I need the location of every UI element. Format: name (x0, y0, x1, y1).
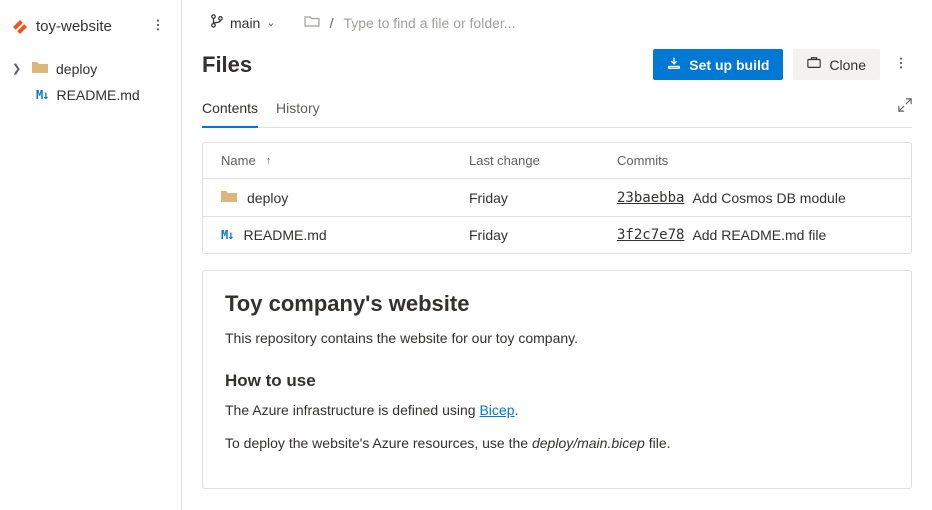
commit-hash[interactable]: 23baebba (617, 190, 684, 206)
page-title: Files (202, 52, 252, 78)
file-tree-sidebar: toy-website ❯ deploy M↓ README.md (0, 0, 182, 510)
folder-icon (221, 189, 237, 206)
readme-panel: Toy company's website This repository co… (202, 270, 912, 489)
chevron-right-icon: ❯ (12, 62, 24, 75)
commit-hash[interactable]: 3f2c7e78 (617, 227, 684, 243)
more-actions-icon[interactable] (890, 52, 912, 77)
last-change: Friday (469, 190, 617, 206)
repo-name-label: toy-website (36, 18, 112, 35)
bicep-link[interactable]: Bicep (479, 402, 514, 418)
main-content: main ⌄ / Files Set up build Clon (182, 0, 932, 510)
tree-label: README.md (56, 87, 139, 103)
readme-paragraph: This repository contains the website for… (225, 327, 889, 349)
setup-build-label: Set up build (689, 57, 769, 73)
clone-button[interactable]: Clone (793, 49, 880, 80)
build-icon (667, 56, 681, 73)
more-icon[interactable] (147, 14, 169, 39)
sort-ascending-icon: ↑ (266, 155, 272, 167)
readme-paragraph: The Azure infrastructure is defined usin… (225, 399, 889, 421)
tabs: Contents History (202, 94, 912, 128)
markdown-icon: M↓ (36, 88, 48, 102)
tree-label: deploy (56, 61, 97, 77)
file-name: README.md (243, 227, 326, 243)
branch-name: main (230, 15, 260, 31)
readme-filepath: deploy/main.bicep (532, 435, 645, 451)
chevron-down-icon: ⌄ (266, 16, 275, 29)
tree-file-readme[interactable]: M↓ README.md (0, 82, 181, 108)
branch-icon (210, 14, 224, 31)
tab-history[interactable]: History (276, 94, 320, 128)
last-change: Friday (469, 227, 617, 243)
readme-subheading: How to use (225, 371, 889, 391)
readme-paragraph: To deploy the website's Azure resources,… (225, 432, 889, 454)
folder-icon (32, 60, 48, 77)
column-header-commits[interactable]: Commits (617, 153, 893, 168)
clone-icon (807, 56, 821, 73)
commit-message: Add README.md file (692, 227, 826, 243)
tree-folder-deploy[interactable]: ❯ deploy (0, 55, 181, 82)
file-search-input[interactable] (343, 15, 912, 31)
column-header-name[interactable]: Name ↑ (221, 153, 469, 168)
markdown-icon: M↓ (221, 228, 233, 242)
file-table: Name ↑ Last change Commits deploy Friday… (202, 142, 912, 254)
file-name: deploy (247, 190, 288, 206)
column-header-last-change[interactable]: Last change (469, 153, 617, 168)
tab-contents[interactable]: Contents (202, 94, 258, 128)
breadcrumb-bar: main ⌄ / (202, 0, 912, 45)
clone-label: Clone (829, 57, 866, 73)
setup-build-button[interactable]: Set up build (653, 49, 783, 80)
commit-message: Add Cosmos DB module (692, 190, 845, 206)
repo-title[interactable]: toy-website (12, 18, 112, 35)
table-row[interactable]: M↓ README.md Friday 3f2c7e78 Add README.… (203, 216, 911, 253)
fullscreen-icon[interactable] (898, 98, 912, 117)
path-separator: / (330, 15, 334, 31)
table-row[interactable]: deploy Friday 23baebba Add Cosmos DB mod… (203, 178, 911, 216)
readme-heading: Toy company's website (225, 291, 889, 317)
repo-icon (12, 19, 28, 35)
branch-selector[interactable]: main ⌄ (202, 10, 284, 35)
folder-outline-icon (304, 14, 320, 31)
